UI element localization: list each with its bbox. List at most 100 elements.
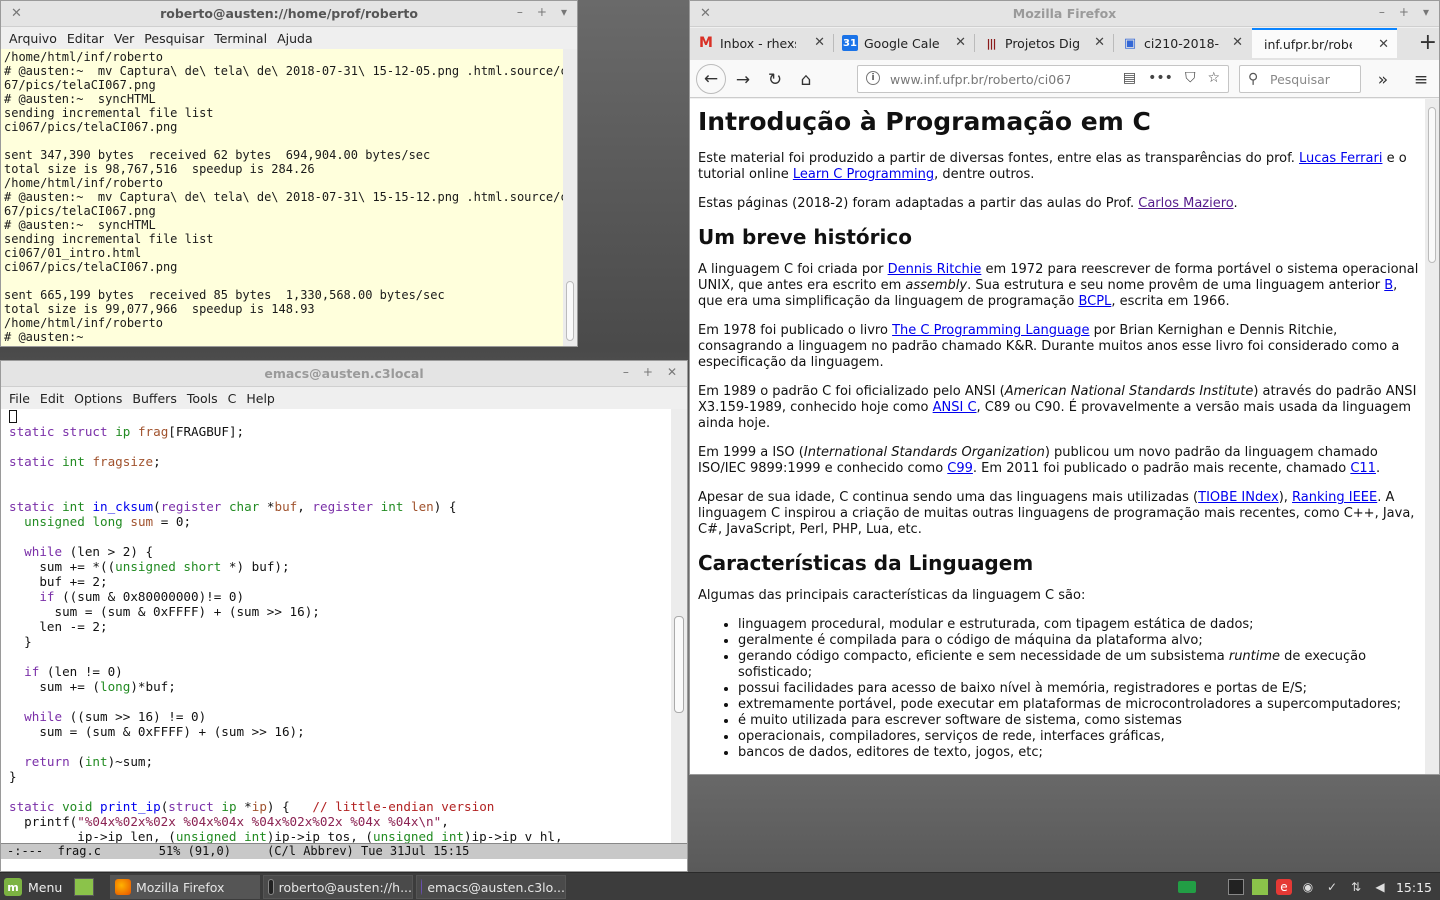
pocket-icon[interactable]: ⛉ <box>1185 70 1196 86</box>
firefox-tray-icon[interactable]: ◉ <box>1300 879 1316 895</box>
link-lucas-ferrari[interactable]: Lucas Ferrari <box>1299 151 1382 166</box>
terminal-output[interactable]: /home/html/inf/roberto # @austen:~ mv Cap… <box>1 49 565 346</box>
emacs-minibuffer[interactable] <box>1 859 687 871</box>
show-desktop-icon[interactable] <box>74 878 94 896</box>
menu-editar[interactable]: Editar <box>62 31 109 46</box>
link-bcpl[interactable]: BCPL <box>1078 294 1111 309</box>
forward-icon[interactable]: → <box>730 67 756 93</box>
overflow-chevron-icon[interactable]: » <box>1370 67 1396 93</box>
app-tray-icon[interactable]: e <box>1275 879 1292 895</box>
terminal-scrollbar[interactable] <box>563 49 577 346</box>
mint-logo-icon: m <box>4 878 22 896</box>
link-c99[interactable]: C99 <box>947 461 973 476</box>
terminal-titlebar[interactable]: ✕ roberto@austen://home/prof/roberto – +… <box>1 1 577 27</box>
link-tiobe-index[interactable]: TIOBE INdex <box>1198 490 1279 505</box>
task-terminal[interactable]: roberto@austen://h... <box>263 875 413 899</box>
firefox-titlebar[interactable]: ✕ Mozilla Firefox – + ▾ <box>690 1 1439 27</box>
menu-c[interactable]: C <box>223 391 242 406</box>
menu-buffers[interactable]: Buffers <box>127 391 181 406</box>
tab-ci210[interactable]: ▣ ci210-2018-2 ✕ <box>1114 28 1251 58</box>
maximize-icon[interactable]: + <box>1399 5 1409 19</box>
update-shield-icon[interactable]: ✓ <box>1324 879 1340 895</box>
tab-ci067-active[interactable]: inf.ufpr.br/roberto/ci067 ✕ <box>1252 28 1397 58</box>
menu-terminal[interactable]: Terminal <box>209 31 272 46</box>
terminal-icon <box>268 879 274 895</box>
clock[interactable]: 15:15 <box>1396 880 1432 895</box>
menu-pesquisar[interactable]: Pesquisar <box>139 31 209 46</box>
reload-icon[interactable]: ↻ <box>762 67 788 93</box>
menu-edit[interactable]: Edit <box>35 391 69 406</box>
list-item: gerando código compacto, eficiente e sem… <box>738 649 1419 681</box>
link-b[interactable]: B <box>1384 278 1393 293</box>
menu-arquivo[interactable]: Arquivo <box>4 31 62 46</box>
page-actions-icon[interactable]: ••• <box>1148 70 1173 86</box>
tab-inbox[interactable]: M Inbox - rhexsel ✕ <box>690 28 833 58</box>
menu-options[interactable]: Options <box>69 391 127 406</box>
link-c-programming-language[interactable]: The C Programming Language <box>892 323 1089 338</box>
url-bar[interactable]: i www.inf.ufpr.br/roberto/ci067/01 ▤ •••… <box>857 65 1229 93</box>
info-icon[interactable]: i <box>866 71 880 85</box>
section-heading-caracteristicas: Características da Linguagem <box>698 551 1034 575</box>
menu-chevron-icon[interactable]: ▾ <box>561 5 567 19</box>
tab-close-icon[interactable]: ✕ <box>1094 35 1105 50</box>
menu-tools[interactable]: Tools <box>182 391 223 406</box>
classroom-icon: ▣ <box>1123 35 1137 51</box>
terminal-tray-icon[interactable] <box>1227 879 1244 895</box>
emacs-titlebar[interactable]: emacs@austen.c3local – + ✕ <box>1 361 687 387</box>
search-input[interactable]: ⚲ Pesquisar <box>1239 65 1361 93</box>
maximize-icon[interactable]: + <box>537 5 547 19</box>
link-c11[interactable]: C11 <box>1350 461 1376 476</box>
link-carlos-maziero[interactable]: Carlos Maziero <box>1138 196 1233 211</box>
minimize-icon[interactable]: – <box>517 5 523 19</box>
minimize-icon[interactable]: – <box>623 365 629 379</box>
task-emacs[interactable]: emacs@austen.c3lo... <box>416 875 566 899</box>
maximize-icon[interactable]: + <box>643 365 653 379</box>
close-icon[interactable]: ✕ <box>11 6 22 21</box>
close-icon[interactable]: ✕ <box>700 6 711 21</box>
new-tab-icon[interactable]: + <box>1419 30 1437 55</box>
terminal-window[interactable]: ✕ roberto@austen://home/prof/roberto – +… <box>0 0 578 347</box>
menu-ver[interactable]: Ver <box>109 31 139 46</box>
scrollbar-thumb[interactable] <box>674 616 684 713</box>
volume-icon[interactable]: ◀ <box>1372 879 1388 895</box>
files-icon[interactable] <box>1251 879 1268 895</box>
hamburger-menu-icon[interactable]: ≡ <box>1408 67 1434 93</box>
close-icon[interactable]: ✕ <box>667 365 677 379</box>
terminal-line: sending incremental file list <box>4 106 214 120</box>
page-scrollbar[interactable] <box>1425 99 1439 774</box>
link-ranking-ieee[interactable]: Ranking IEEE <box>1292 490 1377 505</box>
keyboard-layout-flag-icon[interactable] <box>1177 881 1196 893</box>
start-menu-button[interactable]: m Menu <box>4 877 62 897</box>
link-dennis-ritchie[interactable]: Dennis Ritchie <box>888 262 982 277</box>
bookmark-star-icon[interactable]: ☆ <box>1207 70 1220 86</box>
emacs-window[interactable]: emacs@austen.c3local – + ✕ File Edit Opt… <box>0 360 688 872</box>
scrollbar-thumb[interactable] <box>566 281 574 341</box>
tab-close-icon[interactable]: ✕ <box>814 35 825 50</box>
tab-close-icon[interactable]: ✕ <box>1232 35 1243 50</box>
minimize-icon[interactable]: – <box>1379 5 1385 19</box>
menu-file[interactable]: File <box>4 391 35 406</box>
tab-projetos[interactable]: ||| Projetos Digitais ✕ <box>975 28 1113 58</box>
menu-help[interactable]: Help <box>241 391 280 406</box>
tab-close-icon[interactable]: ✕ <box>1378 37 1389 52</box>
taskbar: m Menu Mozilla Firefox roberto@austen://… <box>0 872 1440 900</box>
task-firefox[interactable]: Mozilla Firefox <box>110 875 260 899</box>
terminal-prompt: # @austen:~ <box>4 330 91 344</box>
scrollbar-thumb[interactable] <box>1428 107 1436 263</box>
link-ansi-c[interactable]: ANSI C <box>933 400 977 415</box>
url-text[interactable]: www.inf.ufpr.br/roberto/ci067/01 <box>890 72 1070 87</box>
home-icon[interactable]: ⌂ <box>793 67 819 93</box>
reader-view-icon[interactable]: ▤ <box>1123 70 1136 86</box>
menu-ajuda[interactable]: Ajuda <box>272 31 318 46</box>
back-icon[interactable]: ← <box>696 64 726 94</box>
network-icon[interactable]: ⇅ <box>1348 879 1364 895</box>
terminal-title: roberto@austen://home/prof/roberto <box>160 6 418 21</box>
emacs-code-buffer[interactable]: static struct ip frag[FRAGBUF]; static i… <box>1 409 673 843</box>
link-learn-c[interactable]: Learn C Programming <box>793 167 934 182</box>
tab-calendar[interactable]: 31 Google Calendar ✕ <box>834 28 974 58</box>
tab-close-icon[interactable]: ✕ <box>955 35 966 50</box>
emacs-scrollbar[interactable] <box>671 409 687 843</box>
firefox-window[interactable]: ✕ Mozilla Firefox – + ▾ M Inbox - rhexse… <box>689 0 1440 775</box>
section-heading-historico: Um breve histórico <box>698 225 912 249</box>
menu-chevron-icon[interactable]: ▾ <box>1423 5 1429 19</box>
